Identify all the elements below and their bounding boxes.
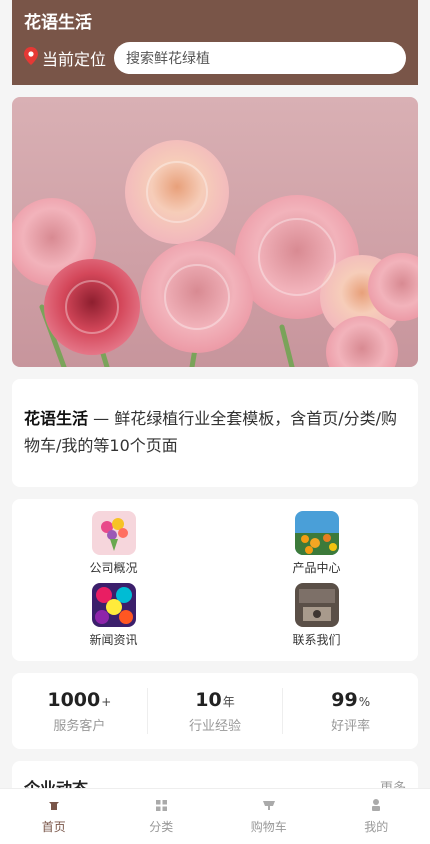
app-title: 花语生活 xyxy=(24,13,92,33)
location-search-row: 当前定位 搜索鲜花绿植 xyxy=(24,42,406,74)
stats-card: 1000+ 服务客户 10年 行业经验 99% 好评率 xyxy=(12,673,418,749)
cart-icon xyxy=(262,798,276,812)
bottom-tabbar: 首页 分类 购物车 我的 xyxy=(0,788,430,844)
grid-label: 产品中心 xyxy=(292,561,341,575)
tab-home[interactable]: 首页 xyxy=(0,789,108,844)
stat-value: 10 xyxy=(195,688,222,711)
intro-card: 花语生活 — 鲜花绿植行业全套模板，含首页/分类/购物车/我的等10个页面 xyxy=(12,379,418,487)
stat-value-row: 10年 xyxy=(195,689,234,711)
stat-rating: 99% 好评率 xyxy=(282,688,418,734)
stat-label: 服务客户 xyxy=(53,718,106,734)
stat-unit: + xyxy=(101,694,112,709)
home-icon xyxy=(47,798,61,812)
stat-value-row: 99% xyxy=(331,689,370,711)
grid-label: 联系我们 xyxy=(292,633,341,647)
stat-experience: 10年 行业经验 xyxy=(146,688,283,734)
user-icon xyxy=(369,798,383,812)
stat-value: 1000 xyxy=(47,688,101,711)
tab-profile[interactable]: 我的 xyxy=(323,789,430,844)
tab-cart[interactable]: 购物车 xyxy=(215,789,323,844)
intro-brand: 花语生活 xyxy=(24,409,89,428)
stat-value: 99 xyxy=(331,688,358,711)
header: 花语生活 当前定位 搜索鲜花绿植 xyxy=(12,0,418,85)
stat-unit: % xyxy=(358,694,371,709)
stat-customers: 1000+ 服务客户 xyxy=(12,688,147,734)
bouquet-icon xyxy=(91,511,136,555)
location-label: 当前定位 xyxy=(42,50,107,69)
grid-item-news[interactable]: 新闻资讯 xyxy=(12,583,215,655)
grid-item-products[interactable]: 产品中心 xyxy=(215,511,418,583)
ranunculus-flowers-image xyxy=(12,140,418,367)
intro-text: 花语生活 — 鲜花绿植行业全套模板，含首页/分类/购物车/我的等10个页面 xyxy=(24,405,406,459)
tab-label: 分类 xyxy=(149,820,174,834)
location-button[interactable]: 当前定位 xyxy=(24,46,106,70)
search-input[interactable]: 搜索鲜花绿植 xyxy=(114,42,406,74)
category-icon xyxy=(154,798,168,812)
tab-label: 我的 xyxy=(364,820,389,834)
stat-label: 好评率 xyxy=(331,718,371,734)
search-placeholder: 搜索鲜花绿植 xyxy=(126,51,211,67)
tab-category[interactable]: 分类 xyxy=(108,789,216,844)
tab-label: 购物车 xyxy=(250,820,287,834)
contact-photo-icon xyxy=(294,583,339,627)
colorful-flowers-icon xyxy=(91,583,136,627)
location-pin-icon xyxy=(24,47,38,69)
stat-label: 行业经验 xyxy=(189,718,242,734)
stat-unit: 年 xyxy=(222,694,235,709)
tab-label: 首页 xyxy=(41,820,66,834)
grid-label: 新闻资讯 xyxy=(89,633,138,647)
grid-item-company[interactable]: 公司概况 xyxy=(12,511,215,583)
grid-label: 公司概况 xyxy=(89,561,138,575)
banner-image[interactable] xyxy=(12,97,418,367)
stat-value-row: 1000+ xyxy=(47,689,111,711)
grid-item-contact[interactable]: 联系我们 xyxy=(215,583,418,655)
quick-entry-grid: 公司概况 产品中心 新闻资讯 联系我们 xyxy=(12,499,418,661)
flower-field-icon xyxy=(294,511,339,555)
